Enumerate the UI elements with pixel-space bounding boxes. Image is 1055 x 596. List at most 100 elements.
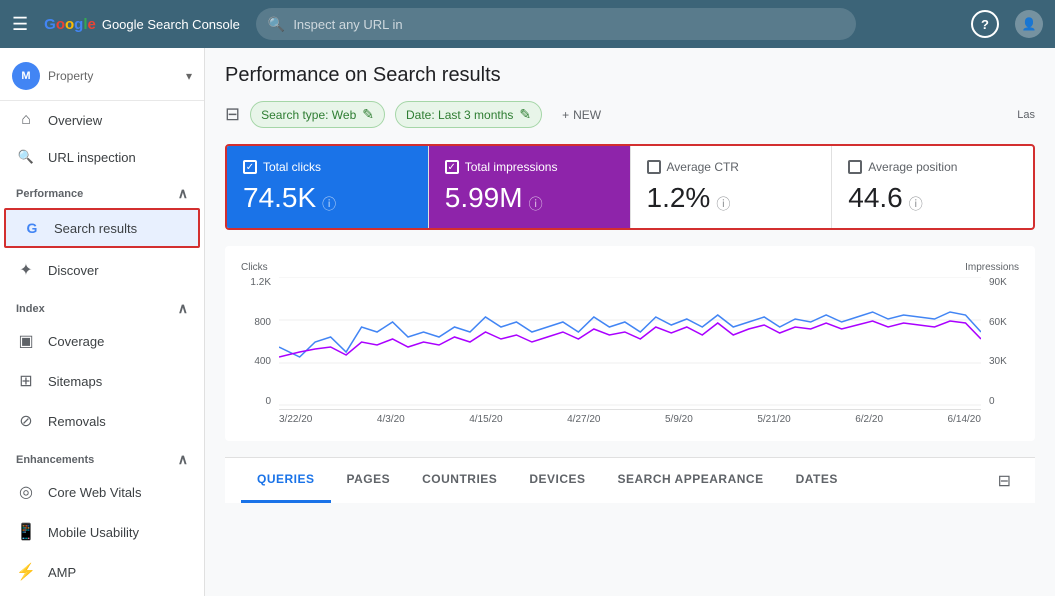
section-label: Enhancements <box>16 454 94 466</box>
sidebar-item-label: Removals <box>48 414 106 429</box>
profile-name: Property <box>48 69 178 83</box>
tab-label: QUERIES <box>257 472 315 486</box>
tab-devices[interactable]: DEVICES <box>513 458 601 503</box>
metric-average-position[interactable]: Average position 44.6 ⓘ <box>832 146 1033 228</box>
metric-total-impressions[interactable]: ✓ Total impressions 5.99M ⓘ <box>429 146 631 228</box>
last-updated: Las <box>1017 109 1035 121</box>
chart-container: Clicks Impressions 1.2K 800 400 0 <box>225 246 1035 441</box>
filter-icon[interactable]: ⊟ <box>998 471 1011 491</box>
google-g-icon: G <box>22 220 42 236</box>
search-type-chip[interactable]: Search type: Web ✎ <box>250 101 385 128</box>
sidebar-item-label: URL inspection <box>48 150 136 165</box>
metric-average-ctr[interactable]: Average CTR 1.2% ⓘ <box>631 146 833 228</box>
collapse-icon[interactable]: ∧ <box>178 300 188 317</box>
x-label: 3/22/20 <box>279 414 312 425</box>
sidebar-item-mobile-usability[interactable]: 📱 Mobile Usability <box>0 512 204 552</box>
metric-number: 1.2% <box>647 182 711 214</box>
chart-svg <box>279 277 981 407</box>
sidebar-item-core-web-vitals[interactable]: ◎ Core Web Vitals <box>0 472 204 512</box>
y-axis-value: 400 <box>241 356 271 367</box>
account-icon[interactable]: 👤 <box>1015 10 1043 38</box>
sidebar-item-removals[interactable]: ⊘ Removals <box>0 401 204 441</box>
search-input[interactable] <box>293 17 844 32</box>
sidebar-item-search-results[interactable]: G Search results <box>4 208 200 248</box>
sidebar-profile[interactable]: M Property ▾ <box>0 52 204 101</box>
impressions-line <box>279 321 981 357</box>
search-icon: 🔍 <box>268 16 285 33</box>
edit-icon[interactable]: ✎ <box>519 106 531 123</box>
sidebar-item-label: Core Web Vitals <box>48 485 141 500</box>
mobile-icon: 📱 <box>16 522 36 542</box>
tab-countries[interactable]: COUNTRIES <box>406 458 513 503</box>
tab-pages[interactable]: PAGES <box>331 458 407 503</box>
help-icon[interactable]: ⓘ <box>529 194 543 214</box>
help-icon[interactable]: ⓘ <box>322 194 336 214</box>
hamburger-icon[interactable]: ☰ <box>12 14 28 35</box>
tab-dates[interactable]: DATES <box>780 458 854 503</box>
checkbox-icon[interactable] <box>848 160 862 174</box>
checkbox-icon[interactable]: ✓ <box>243 160 257 174</box>
chip-label: Search type: Web <box>261 108 356 122</box>
sidebar-item-url-inspection[interactable]: 🔍 URL inspection <box>0 139 204 175</box>
edit-icon[interactable]: ✎ <box>362 106 374 123</box>
metric-total-clicks[interactable]: ✓ Total clicks 74.5K ⓘ <box>227 146 429 228</box>
filter-icon[interactable]: ⊟ <box>225 104 240 125</box>
sidebar-item-amp[interactable]: ⚡ AMP <box>0 552 204 592</box>
main-layout: M Property ▾ ⌂ Overview 🔍 URL inspection… <box>0 48 1055 596</box>
plus-icon: + <box>562 108 569 122</box>
metric-number: 5.99M <box>445 182 523 214</box>
sidebar-item-sitemaps[interactable]: ⊞ Sitemaps <box>0 361 204 401</box>
search-bar[interactable]: 🔍 <box>256 8 856 40</box>
discover-icon: ✦ <box>16 260 36 280</box>
collapse-icon[interactable]: ∧ <box>178 185 188 202</box>
x-label: 6/14/20 <box>948 414 981 425</box>
help-icon[interactable]: ⓘ <box>716 194 730 214</box>
tab-queries[interactable]: QUERIES <box>241 458 331 503</box>
vitals-icon: ◎ <box>16 482 36 502</box>
metric-number: 44.6 <box>848 182 903 214</box>
metrics-row: ✓ Total clicks 74.5K ⓘ ✓ Total impressio… <box>225 144 1035 230</box>
metric-name: Total clicks <box>263 160 321 174</box>
help-icon[interactable]: ⓘ <box>909 194 923 214</box>
content-area: Performance on Search results ⊟ Search t… <box>205 48 1055 596</box>
chip-label: Date: Last 3 months <box>406 108 513 122</box>
tabs-row: QUERIES PAGES COUNTRIES DEVICES SEARCH A… <box>225 457 1035 503</box>
coverage-icon: ▣ <box>16 331 36 351</box>
checkbox-icon[interactable] <box>647 160 661 174</box>
x-label: 4/15/20 <box>469 414 502 425</box>
section-index: Index ∧ <box>0 290 204 321</box>
sidebar-item-overview[interactable]: ⌂ Overview <box>0 101 204 139</box>
search-icon: 🔍 <box>16 149 36 165</box>
tab-filter-icon[interactable]: ⊟ <box>990 458 1019 503</box>
section-label: Index <box>16 303 45 315</box>
metric-label: Average CTR <box>647 160 816 174</box>
checkbox-icon[interactable]: ✓ <box>445 160 459 174</box>
tab-label: DEVICES <box>529 472 585 486</box>
sidebar-item-coverage[interactable]: ▣ Coverage <box>0 321 204 361</box>
section-enhancements: Enhancements ∧ <box>0 441 204 472</box>
metric-label: ✓ Total impressions <box>445 160 614 174</box>
tab-label: DATES <box>796 472 838 486</box>
section-performance: Performance ∧ <box>0 175 204 206</box>
y-axis-value: 1.2K <box>241 277 271 288</box>
y-axis-value: 0 <box>241 396 271 407</box>
avatar-initials: M <box>21 70 30 82</box>
new-button[interactable]: + NEW <box>552 104 611 126</box>
sidebar-item-discover[interactable]: ✦ Discover <box>0 250 204 290</box>
left-axis-label: Clicks <box>241 262 268 273</box>
x-label: 4/3/20 <box>377 414 405 425</box>
removals-icon: ⊘ <box>16 411 36 431</box>
metric-label: Average position <box>848 160 1017 174</box>
tab-search-appearance[interactable]: SEARCH APPEARANCE <box>602 458 780 503</box>
metric-value: 74.5K ⓘ <box>243 182 412 214</box>
metric-number: 74.5K <box>243 182 316 214</box>
metric-name: Average CTR <box>667 160 739 174</box>
x-label: 6/2/20 <box>855 414 883 425</box>
x-axis-labels: 3/22/20 4/3/20 4/15/20 4/27/20 5/9/20 5/… <box>241 410 1019 425</box>
app-title: Google Search Console <box>102 17 240 32</box>
date-chip[interactable]: Date: Last 3 months ✎ <box>395 101 542 128</box>
help-icon[interactable]: ? <box>971 10 999 38</box>
sidebar-item-logos[interactable]: ◇ Logos <box>0 592 204 596</box>
collapse-icon[interactable]: ∧ <box>178 451 188 468</box>
sidebar-item-label: Overview <box>48 113 102 128</box>
